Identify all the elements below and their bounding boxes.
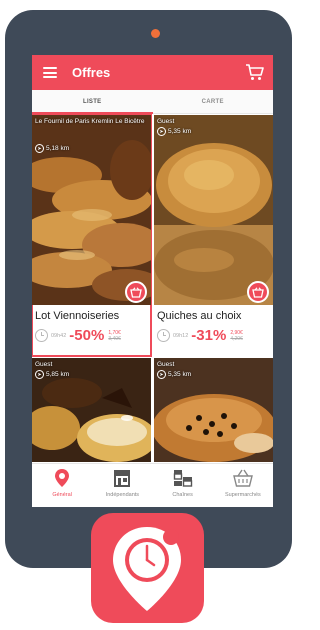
location-icon: ➤ bbox=[157, 127, 166, 136]
app-screen: Offres LISTE CARTE Le Fournil de Paris K… bbox=[32, 55, 273, 507]
bottom-navigation: Général Indépendants Chaînes Supermarché… bbox=[32, 463, 273, 507]
nav-supermarches[interactable]: Supermarchés bbox=[213, 464, 273, 507]
add-to-basket-button[interactable] bbox=[247, 281, 269, 303]
view-tabs: LISTE CARTE bbox=[32, 90, 273, 114]
clock-icon bbox=[157, 329, 170, 342]
shopping-basket-icon bbox=[232, 469, 253, 487]
offer-card[interactable]: Guest ➤ 5,85 km bbox=[32, 358, 151, 462]
basket-icon bbox=[130, 286, 142, 298]
nav-label: Chaînes bbox=[172, 492, 193, 498]
phone-frame: Offres LISTE CARTE Le Fournil de Paris K… bbox=[5, 10, 292, 568]
location-icon: ➤ bbox=[35, 144, 44, 153]
price-block: 1,70€ 3,40€ bbox=[108, 330, 121, 342]
tab-carte[interactable]: CARTE bbox=[153, 90, 274, 113]
distance-label: ➤ 5,18 km bbox=[35, 144, 69, 153]
nav-label: Général bbox=[52, 492, 72, 498]
pickup-time: 09h12 bbox=[173, 332, 189, 339]
offer-info: Lot Viennoiseries 09h42 -50% 1,70€ 3,40€ bbox=[32, 305, 151, 356]
nav-label: Indépendants bbox=[105, 492, 140, 498]
nav-label: Supermarchés bbox=[224, 492, 261, 498]
basket-icon bbox=[252, 286, 264, 298]
offer-card[interactable]: Guest ➤ 5,35 km Quiches au choix 09h12 -… bbox=[154, 115, 273, 356]
old-price: 4,20€ bbox=[230, 335, 243, 342]
promo-stage: Offres LISTE CARTE Le Fournil de Paris K… bbox=[0, 0, 295, 630]
clock-icon bbox=[35, 329, 48, 342]
shopping-cart-icon[interactable] bbox=[245, 63, 265, 82]
distance-label: ➤ 5,35 km bbox=[157, 127, 191, 136]
shop-name: Guest bbox=[35, 361, 53, 368]
page-title: Offres bbox=[72, 65, 111, 80]
pickup-time: 09h42 bbox=[51, 332, 67, 339]
offer-card[interactable]: Guest ➤ 5,35 km bbox=[154, 358, 273, 462]
price-row: 09h42 -50% 1,70€ 3,40€ bbox=[35, 327, 148, 344]
camera-dot bbox=[151, 29, 160, 38]
old-price: 3,40€ bbox=[108, 335, 121, 342]
chain-stores-icon bbox=[173, 470, 192, 487]
location-icon: ➤ bbox=[35, 370, 44, 379]
shop-name: Le Fournil de Paris Kremlin Le Bicêtre bbox=[35, 118, 145, 125]
distance-value: 5,85 km bbox=[46, 371, 70, 378]
discount-badge: -50% bbox=[69, 327, 105, 344]
storefront-icon bbox=[114, 470, 131, 487]
nav-general[interactable]: Général bbox=[32, 464, 92, 507]
distance-value: 5,18 km bbox=[46, 145, 70, 152]
distance-value: 5,35 km bbox=[168, 128, 192, 135]
nav-independants[interactable]: Indépendants bbox=[92, 464, 152, 507]
shop-name: Guest bbox=[157, 118, 175, 125]
offer-info: Quiches au choix 09h12 -31% 2,90€ 4,20€ bbox=[154, 305, 273, 356]
discount-badge: -31% bbox=[191, 327, 227, 344]
offer-card[interactable]: Le Fournil de Paris Kremlin Le Bicêtre ➤… bbox=[32, 114, 152, 357]
hamburger-menu-icon[interactable] bbox=[43, 67, 57, 78]
app-bar: Offres bbox=[32, 55, 273, 90]
price-block: 2,90€ 4,20€ bbox=[230, 330, 243, 342]
distance-value: 5,35 km bbox=[168, 371, 192, 378]
add-to-basket-button[interactable] bbox=[125, 281, 147, 303]
offer-title: Quiches au choix bbox=[157, 310, 242, 322]
offer-title: Lot Viennoiseries bbox=[35, 310, 120, 322]
quiche-photo bbox=[154, 115, 273, 305]
tab-liste[interactable]: LISTE bbox=[32, 90, 153, 114]
price-row: 09h12 -31% 2,90€ 4,20€ bbox=[157, 327, 270, 344]
nav-chaines[interactable]: Chaînes bbox=[153, 464, 213, 507]
shop-name: Guest bbox=[157, 361, 175, 368]
distance-label: ➤ 5,85 km bbox=[35, 370, 69, 379]
location-icon: ➤ bbox=[157, 370, 166, 379]
pin-clock-logo bbox=[113, 527, 181, 611]
app-logo-icon bbox=[91, 513, 204, 623]
map-pin-icon bbox=[55, 469, 70, 487]
distance-label: ➤ 5,35 km bbox=[157, 370, 191, 379]
